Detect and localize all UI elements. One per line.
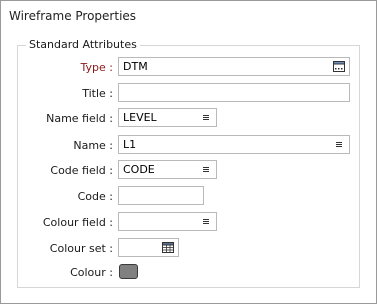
- list-icon[interactable]: [200, 164, 212, 175]
- code-input[interactable]: [118, 186, 204, 205]
- colour-swatch[interactable]: [119, 264, 138, 279]
- table-icon[interactable]: [162, 242, 174, 253]
- panel-title: Wireframe Properties: [9, 9, 137, 23]
- type-label: Type :: [80, 61, 113, 74]
- browse-icon[interactable]: [333, 61, 345, 72]
- title-label: Title :: [82, 87, 113, 100]
- colour-field-input[interactable]: [118, 212, 217, 231]
- code-field-value: CODE: [123, 163, 155, 176]
- list-icon[interactable]: [200, 112, 212, 123]
- name-value: L1: [123, 138, 137, 151]
- name-field-value: LEVEL: [123, 111, 157, 124]
- code-field-input[interactable]: CODE: [118, 160, 217, 179]
- name-label: Name :: [73, 139, 113, 152]
- code-field-label: Code field :: [50, 164, 113, 177]
- group-title: Standard Attributes: [26, 38, 140, 51]
- title-input[interactable]: [118, 83, 350, 102]
- type-value: DTM: [123, 60, 148, 73]
- list-icon[interactable]: [200, 216, 212, 227]
- name-field-input[interactable]: LEVEL: [118, 108, 217, 127]
- name-field-label: Name field :: [46, 112, 113, 125]
- code-label: Code :: [77, 190, 113, 203]
- colour-field-label: Colour field :: [42, 216, 113, 229]
- colour-label: Colour :: [70, 266, 113, 279]
- list-icon[interactable]: [333, 139, 345, 150]
- type-input[interactable]: DTM: [118, 57, 350, 76]
- colour-set-label: Colour set :: [49, 242, 113, 255]
- name-input[interactable]: L1: [118, 135, 350, 154]
- colour-set-input[interactable]: [118, 238, 179, 257]
